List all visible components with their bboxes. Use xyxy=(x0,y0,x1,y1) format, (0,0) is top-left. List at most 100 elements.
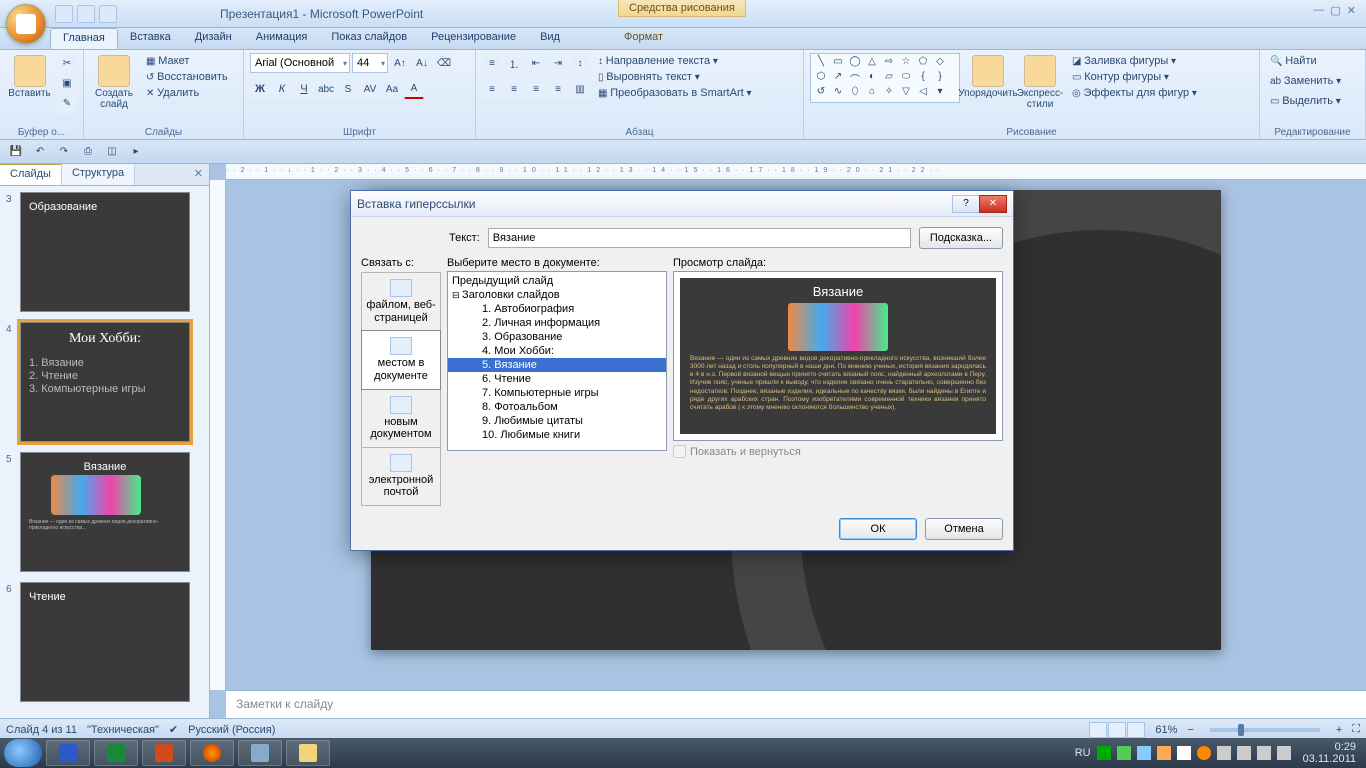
tree-slide-8[interactable]: 8. Фотоальбом xyxy=(448,400,666,414)
link-type-email[interactable]: электронной почтой xyxy=(361,447,441,506)
font-size-combo[interactable]: 44 xyxy=(352,53,388,73)
tray-shield-icon[interactable] xyxy=(1117,746,1131,760)
reset-button[interactable]: ↺ Восстановить xyxy=(142,69,232,85)
sorter-view-icon[interactable] xyxy=(1108,722,1126,738)
dialog-close-button[interactable]: ✕ xyxy=(979,195,1007,213)
thumbnail-4[interactable]: Мои Хобби: 1. Вязание 2. Чтение 3. Компь… xyxy=(20,322,190,442)
tray-network-icon[interactable] xyxy=(1137,746,1151,760)
slideshow-view-icon[interactable] xyxy=(1127,722,1145,738)
task-explorer[interactable] xyxy=(286,740,330,766)
zoom-slider[interactable] xyxy=(1210,728,1320,732)
delete-button[interactable]: ✕ Удалить xyxy=(142,85,232,101)
shape-fill-button[interactable]: ◪ Заливка фигуры ▾ xyxy=(1068,53,1201,69)
tray-action-icon[interactable] xyxy=(1177,746,1191,760)
zoom-in-icon[interactable]: + xyxy=(1336,724,1342,736)
font-color-icon[interactable]: A xyxy=(404,79,424,99)
start-button[interactable] xyxy=(4,739,42,767)
document-tree[interactable]: Предыдущий слайд Заголовки слайдов 1. Ав… xyxy=(447,271,667,451)
task-firefox[interactable] xyxy=(190,740,234,766)
thumbnail-3[interactable]: Образование xyxy=(20,192,190,312)
strike-icon[interactable]: abc xyxy=(316,79,336,99)
tray-flag-icon[interactable] xyxy=(1097,746,1111,760)
cut-icon[interactable]: ✂ xyxy=(57,53,77,73)
maximize-button[interactable]: ▢ xyxy=(1330,4,1340,17)
task-app[interactable] xyxy=(238,740,282,766)
tray-clock[interactable]: 0:29 03.11.2011 xyxy=(1297,741,1362,765)
shadow-icon[interactable]: S xyxy=(338,79,358,99)
normal-view-icon[interactable] xyxy=(1089,722,1107,738)
panel-close-icon[interactable]: ✕ xyxy=(188,164,209,185)
columns-icon[interactable]: ▥ xyxy=(570,79,590,99)
new-icon[interactable]: ◫ xyxy=(102,142,122,162)
task-word[interactable] xyxy=(46,740,90,766)
tree-slide-4[interactable]: 4. Мои Хобби: xyxy=(448,344,666,358)
redo-icon[interactable]: ↷ xyxy=(54,142,74,162)
align-center-icon[interactable]: ≡ xyxy=(504,79,524,99)
task-excel[interactable] xyxy=(94,740,138,766)
fit-window-icon[interactable]: ⛶ xyxy=(1352,723,1360,736)
thumbnail-5[interactable]: Вязание Вязание — один из самых древних … xyxy=(20,452,190,572)
align-right-icon[interactable]: ≡ xyxy=(526,79,546,99)
shape-effects-button[interactable]: ◎ Эффекты для фигур ▾ xyxy=(1068,85,1201,101)
numbering-icon[interactable]: ⒈ xyxy=(504,53,524,73)
tab-format[interactable]: Формат xyxy=(612,28,675,49)
align-left-icon[interactable]: ≡ xyxy=(482,79,502,99)
tab-animation[interactable]: Анимация xyxy=(244,28,320,49)
link-type-new[interactable]: новым документом xyxy=(361,389,441,448)
text-direction-button[interactable]: ↕ Направление текста ▾ xyxy=(594,53,755,69)
tray-lang[interactable]: RU xyxy=(1075,747,1091,759)
underline-icon[interactable]: Ч xyxy=(294,79,314,99)
tree-slide-7[interactable]: 7. Компьютерные игры xyxy=(448,386,666,400)
tree-slide-5[interactable]: 5. Вязание xyxy=(448,358,666,372)
qat-save-icon[interactable] xyxy=(55,5,73,23)
tree-slide-1[interactable]: 1. Автобиография xyxy=(448,302,666,316)
tree-slide-9[interactable]: 9. Любимые цитаты xyxy=(448,414,666,428)
dialog-help-button[interactable]: ? xyxy=(952,195,980,213)
tree-prev-slide[interactable]: Предыдущий слайд xyxy=(448,274,666,288)
save-icon[interactable]: 💾 xyxy=(6,142,26,162)
tree-slide-6[interactable]: 6. Чтение xyxy=(448,372,666,386)
print-preview-icon[interactable]: ⎙ xyxy=(78,142,98,162)
cancel-button[interactable]: Отмена xyxy=(925,518,1003,540)
ok-button[interactable]: ОК xyxy=(839,518,917,540)
line-spacing-icon[interactable]: ↕ xyxy=(570,53,590,73)
notes-placeholder[interactable]: Заметки к слайду xyxy=(226,690,1366,718)
font-name-combo[interactable]: Arial (Основной xyxy=(250,53,350,73)
smartart-button[interactable]: ▦ Преобразовать в SmartArt ▾ xyxy=(594,85,755,101)
arrange-button[interactable]: Упорядочить xyxy=(964,53,1012,102)
tab-slides[interactable]: Слайды xyxy=(0,164,62,185)
shapes-gallery[interactable]: ╲▭◯△⇨☆⬠◇ ⬡↗⌒◐▱⬭{} ↺∿⬯⌂✧▽◁▾ xyxy=(810,53,960,103)
qat-redo-icon[interactable] xyxy=(99,5,117,23)
tray-volume-icon[interactable] xyxy=(1237,746,1251,760)
replace-button[interactable]: ab Заменить ▾ xyxy=(1266,73,1345,89)
minimize-button[interactable]: — xyxy=(1313,4,1324,17)
clear-format-icon[interactable]: ⌫ xyxy=(434,53,454,73)
tree-headings[interactable]: Заголовки слайдов xyxy=(448,288,666,302)
new-slide-button[interactable]: Создать слайд xyxy=(90,53,138,112)
dialog-titlebar[interactable]: Вставка гиперссылки ? ✕ xyxy=(351,191,1013,217)
tab-view[interactable]: Вид xyxy=(528,28,572,49)
zoom-out-icon[interactable]: − xyxy=(1187,724,1193,736)
tree-slide-10[interactable]: 10. Любимые книги xyxy=(448,428,666,442)
tray-orange-icon[interactable] xyxy=(1197,746,1211,760)
link-type-file[interactable]: файлом, веб-страницей xyxy=(361,272,441,331)
layout-button[interactable]: ▦ Макет xyxy=(142,53,232,69)
tab-insert[interactable]: Вставка xyxy=(118,28,183,49)
indent-inc-icon[interactable]: ⇥ xyxy=(548,53,568,73)
link-text-input[interactable] xyxy=(488,228,911,248)
tray-app-icon[interactable] xyxy=(1157,746,1171,760)
thumbnail-6[interactable]: Чтение xyxy=(20,582,190,702)
copy-icon[interactable]: ▣ xyxy=(57,73,77,93)
task-powerpoint[interactable] xyxy=(142,740,186,766)
office-button[interactable] xyxy=(6,4,46,44)
close-button[interactable]: ✕ xyxy=(1347,4,1356,17)
format-painter-icon[interactable]: ✎ xyxy=(57,93,77,113)
tab-review[interactable]: Рецензирование xyxy=(419,28,528,49)
open-icon[interactable]: ▸ xyxy=(126,142,146,162)
bold-icon[interactable]: Ж xyxy=(250,79,270,99)
zoom-level[interactable]: 61% xyxy=(1155,724,1177,736)
slide-thumbnails[interactable]: 3 Образование 4 Мои Хобби: 1. Вязание 2.… xyxy=(0,186,209,718)
shape-outline-button[interactable]: ▭ Контур фигуры ▾ xyxy=(1068,69,1201,85)
spacing-icon[interactable]: AV xyxy=(360,79,380,99)
paste-button[interactable]: Вставить xyxy=(6,53,53,102)
